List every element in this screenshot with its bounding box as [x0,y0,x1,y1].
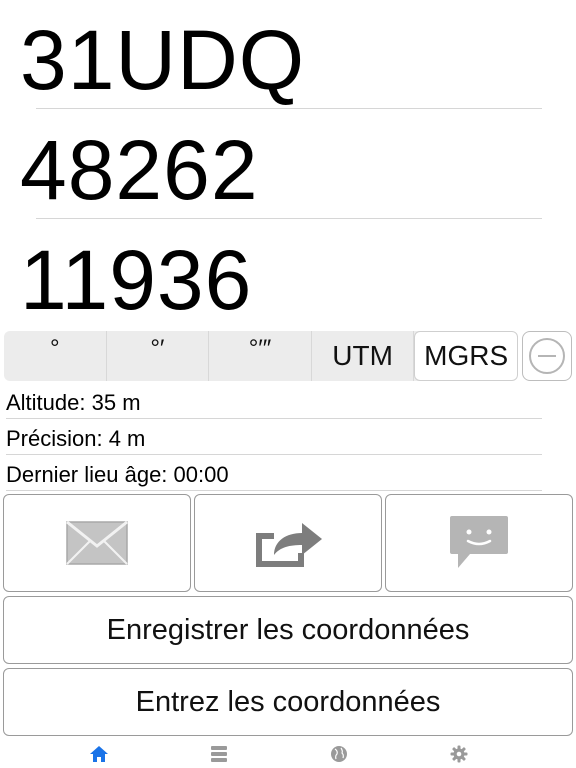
coordinate-northing: 11936 [20,233,253,327]
save-coordinates-button[interactable]: Enregistrer les coordonnées [3,596,573,664]
tab-settings[interactable] [448,743,470,765]
format-option-degrees[interactable]: ° [4,331,107,381]
format-option-mgrs[interactable]: MGRS [414,331,518,381]
share-icon [256,523,322,567]
divider [6,490,542,491]
format-option-degrees-minutes-seconds[interactable]: °′″ [209,331,312,381]
coordinate-easting: 48262 [20,123,259,217]
minus-circle-icon [529,338,565,374]
tab-bar [0,740,576,768]
remove-button[interactable] [522,331,572,381]
mail-icon [66,521,128,565]
settings-icon [450,745,468,763]
coordinate-format-selector: ° °′ °′″ UTM MGRS [4,331,518,381]
enter-coordinates-button[interactable]: Entrez les coordonnées [3,668,573,736]
divider [6,418,542,419]
divider [6,454,542,455]
format-option-utm[interactable]: UTM [312,331,415,381]
tab-list[interactable] [208,743,230,765]
message-icon [450,516,508,568]
coordinate-zone: 31UDQ [20,13,306,107]
message-button[interactable] [385,494,573,592]
tab-home[interactable] [88,743,110,765]
divider [36,108,542,109]
altitude-text: Altitude: 35 m [6,390,141,415]
email-button[interactable] [3,494,191,592]
last-location-age-text: Dernier lieu âge: 00:00 [6,462,229,487]
tab-globe[interactable] [328,743,350,765]
format-option-degrees-minutes[interactable]: °′ [107,331,210,381]
home-icon [90,746,108,762]
divider [36,218,542,219]
share-button[interactable] [194,494,382,592]
globe-icon [331,746,347,762]
precision-text: Précision: 4 m [6,426,146,451]
list-icon [211,746,227,762]
